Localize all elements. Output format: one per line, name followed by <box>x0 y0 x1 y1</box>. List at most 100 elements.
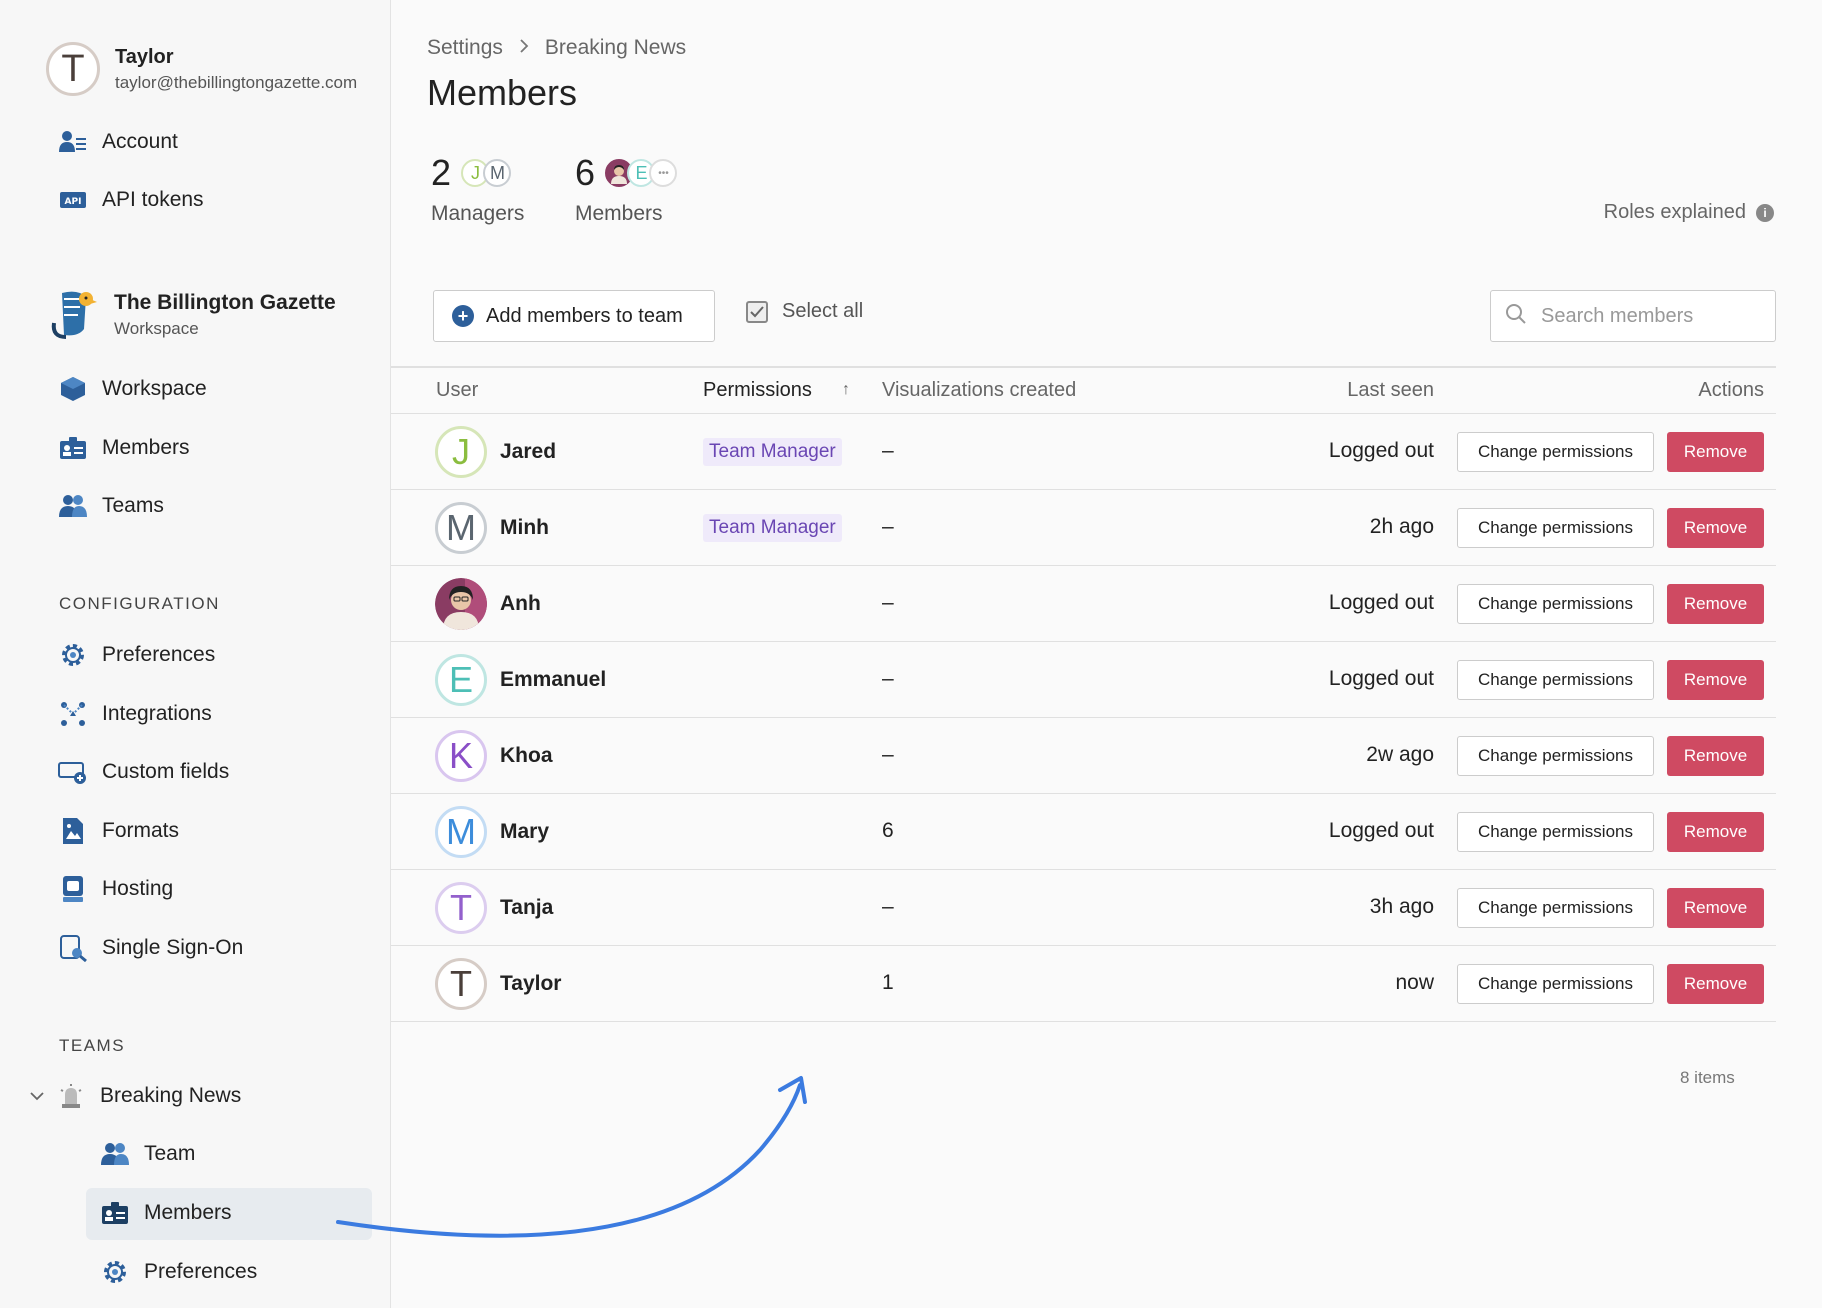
sidebar-item-preferences[interactable]: Preferences <box>58 635 215 675</box>
avatar: T <box>46 42 100 96</box>
sidebar: T Taylor taylor@thebillingtongazette.com… <box>0 0 391 1308</box>
sidebar-item-label: Single Sign-On <box>102 936 244 959</box>
sidebar-item-formats[interactable]: Formats <box>58 811 179 851</box>
breadcrumb-settings[interactable]: Settings <box>427 36 503 60</box>
plus-icon: + <box>452 305 474 327</box>
visualizations-count: – <box>882 515 894 538</box>
table-row: E Emmanuel – Logged out Change permissions Re… <box>391 642 1776 718</box>
table-body: J Jared Team Manager – Logged out Change perm… <box>391 414 1776 1022</box>
column-actions: Actions <box>1698 379 1764 401</box>
roles-explained-link[interactable]: Roles explained i <box>1604 201 1774 224</box>
managers-label: Managers <box>431 202 525 225</box>
sidebar-item-account[interactable]: Account <box>58 122 178 162</box>
user-profile[interactable]: T Taylor taylor@thebillingtongazette.com <box>46 42 375 96</box>
table-header: User Permissions ↑ Visualizations create… <box>391 366 1776 414</box>
table-row: T Tanja – 3h ago Change permissions Remove <box>391 870 1776 946</box>
sidebar-item-label: Teams <box>102 494 164 517</box>
change-permissions-button[interactable]: Change permissions <box>1457 432 1654 472</box>
sidebar-item-workspace[interactable]: Workspace <box>58 369 207 409</box>
gear-icon <box>100 1258 130 1286</box>
sidebar-item-label: Preferences <box>144 1260 258 1283</box>
avatar: M <box>435 502 487 554</box>
visualizations-count: – <box>882 591 894 614</box>
account-icon <box>58 128 88 156</box>
managers-stat: 2 J M Managers <box>431 152 524 226</box>
api-icon: API <box>58 186 88 214</box>
member-name: Mary <box>500 820 550 843</box>
sidebar-item-hosting[interactable]: Hosting <box>58 869 173 909</box>
change-permissions-button[interactable]: Change permissions <box>1457 812 1654 852</box>
column-visualizations[interactable]: Visualizations created <box>882 379 1076 402</box>
sidebar-item-team[interactable]: Team <box>100 1134 195 1174</box>
id-card-icon <box>58 434 88 462</box>
visualizations-count: – <box>882 439 894 462</box>
search-box[interactable] <box>1490 290 1776 342</box>
add-members-button[interactable]: + Add members to team <box>433 290 715 342</box>
managers-avatars: J M <box>461 159 512 187</box>
team-breaking-news[interactable]: Breaking News <box>30 1076 241 1116</box>
remove-button[interactable]: Remove <box>1667 736 1764 776</box>
permission-badge: Team Manager <box>703 438 842 466</box>
table-row: Anh – Logged out Change permissions Remove <box>391 566 1776 642</box>
key-icon <box>58 934 88 962</box>
sidebar-item-api-tokens[interactable]: API API tokens <box>58 180 204 220</box>
sidebar-item-label: Workspace <box>102 377 207 400</box>
column-permissions[interactable]: Permissions <box>703 379 812 402</box>
sort-arrow-icon[interactable]: ↑ <box>842 381 850 399</box>
avatar: T <box>435 958 487 1010</box>
avatar: T <box>435 882 487 934</box>
table-row: M Mary 6 Logged out Change permissions Remove <box>391 794 1776 870</box>
sidebar-item-label: Formats <box>102 819 180 842</box>
remove-button[interactable]: Remove <box>1667 964 1764 1004</box>
last-seen: now <box>1395 971 1434 994</box>
remove-button[interactable]: Remove <box>1667 584 1764 624</box>
chevron-down-icon[interactable] <box>30 1088 50 1104</box>
change-permissions-button[interactable]: Change permissions <box>1457 660 1654 700</box>
field-plus-icon <box>58 758 88 786</box>
section-label-teams: TEAMS <box>59 1036 126 1055</box>
sidebar-item-members[interactable]: Members <box>58 428 190 468</box>
remove-button[interactable]: Remove <box>1667 660 1764 700</box>
remove-button[interactable]: Remove <box>1667 508 1764 548</box>
search-input[interactable] <box>1541 304 1761 328</box>
sidebar-item-team-preferences[interactable]: Preferences <box>100 1252 257 1292</box>
gear-icon <box>58 641 88 669</box>
workspace-header[interactable]: The Billington Gazette Workspace <box>46 288 336 342</box>
sidebar-item-custom-fields[interactable]: Custom fields <box>58 752 229 792</box>
change-permissions-button[interactable]: Change permissions <box>1457 964 1654 1004</box>
members-stat: 6 E ••• Members <box>575 152 678 226</box>
change-permissions-button[interactable]: Change permissions <box>1457 736 1654 776</box>
change-permissions-button[interactable]: Change permissions <box>1457 508 1654 548</box>
avatar: K <box>435 730 487 782</box>
sidebar-item-label: Integrations <box>102 702 212 725</box>
avatar: J <box>435 426 487 478</box>
sidebar-item-team-members[interactable]: Members <box>100 1193 232 1233</box>
table-row: M Minh Team Manager – 2h ago Change permissio… <box>391 490 1776 566</box>
siren-icon <box>56 1082 86 1110</box>
sidebar-item-sso[interactable]: Single Sign-On <box>58 928 243 968</box>
sidebar-item-label: Custom fields <box>102 760 230 783</box>
last-seen: Logged out <box>1328 819 1434 842</box>
image-file-icon <box>58 817 88 845</box>
remove-button[interactable]: Remove <box>1667 432 1764 472</box>
user-email: taylor@thebillingtongazette.com <box>115 72 358 92</box>
change-permissions-button[interactable]: Change permissions <box>1457 584 1654 624</box>
member-name: Anh <box>500 592 541 615</box>
sidebar-item-integrations[interactable]: Integrations <box>58 694 212 734</box>
table-row: J Jared Team Manager – Logged out Change perm… <box>391 414 1776 490</box>
remove-button[interactable]: Remove <box>1667 888 1764 928</box>
avatar: E <box>435 654 487 706</box>
roles-explained-label: Roles explained <box>1603 201 1746 223</box>
sidebar-item-label: Preferences <box>102 643 216 666</box>
sidebar-item-teams[interactable]: Teams <box>58 486 164 526</box>
visualizations-count: 6 <box>882 819 894 842</box>
column-last-seen[interactable]: Last seen <box>1347 379 1434 402</box>
remove-button[interactable]: Remove <box>1667 812 1764 852</box>
breadcrumb-current: Breaking News <box>544 36 687 59</box>
team-name: Breaking News <box>100 1084 242 1107</box>
member-name: Emmanuel <box>500 668 607 691</box>
select-all-checkbox[interactable]: Select all <box>746 300 863 323</box>
column-user[interactable]: User <box>436 379 478 402</box>
checkbox-icon <box>746 300 768 323</box>
change-permissions-button[interactable]: Change permissions <box>1457 888 1654 928</box>
